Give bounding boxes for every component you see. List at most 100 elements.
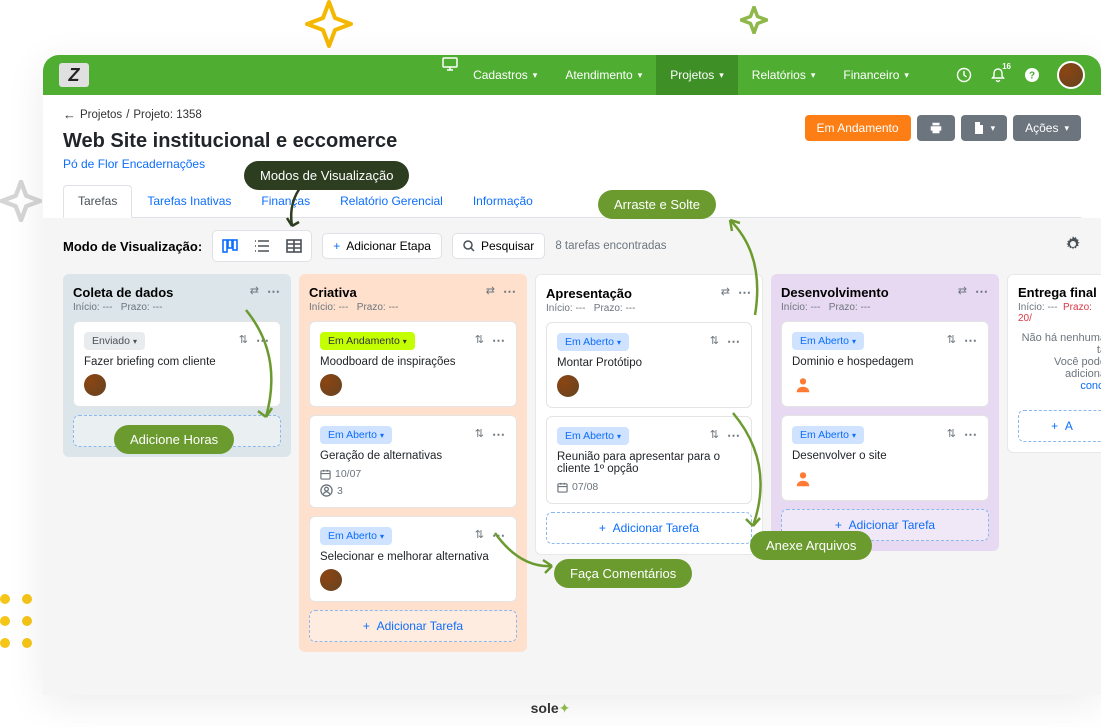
task-title: Moodboard de inspirações	[320, 356, 506, 368]
more-icon[interactable]: ⋯	[492, 333, 506, 349]
search-button[interactable]: Pesquisar	[452, 233, 545, 259]
status-button[interactable]: Em Andamento	[805, 115, 911, 141]
arrow-icon	[725, 215, 785, 325]
annotation-comments: Faça Comentários	[554, 559, 692, 588]
add-task-button[interactable]: + Adicionar Tarefa	[546, 512, 752, 544]
column-title: Apresentação	[546, 286, 632, 301]
more-icon[interactable]: ⋯	[503, 284, 517, 300]
acoes-button[interactable]: Ações	[1013, 115, 1081, 141]
tab-informacao[interactable]: Informação	[458, 185, 548, 217]
view-kanban-icon[interactable]	[216, 234, 244, 258]
sort-icon[interactable]: ⇅	[710, 428, 719, 444]
add-task-button[interactable]: + A	[1018, 410, 1101, 442]
view-table-icon[interactable]	[280, 234, 308, 258]
help-icon[interactable]: ?	[1023, 66, 1041, 84]
task-count: 8 tarefas encontradas	[555, 240, 666, 252]
sort-icon[interactable]: ⇅	[947, 427, 956, 443]
annotation-add-hours: Adicione Horas	[114, 425, 234, 454]
sort-icon[interactable]: ⇅	[475, 333, 484, 349]
arrow-icon	[725, 408, 785, 533]
board-area: Modo de Visualização: +Adicionar Etapa P…	[43, 218, 1101, 695]
task-title: Geração de alternativas	[320, 450, 506, 462]
more-icon[interactable]: ⋯	[964, 333, 978, 349]
column-entrega: Entrega final Início: --- Prazo: 20/ Não…	[1007, 274, 1101, 453]
status-badge[interactable]: Em Aberto	[320, 527, 392, 545]
project-title: Web Site institucional e eccomerce	[63, 130, 397, 153]
task-title: Dominio e hospedagem	[792, 356, 978, 368]
more-icon[interactable]: ⋯	[492, 427, 506, 443]
sort-icon[interactable]: ⇅	[475, 528, 484, 544]
nav-financeiro[interactable]: Financeiro	[829, 55, 923, 95]
footer-logo: sole✦	[531, 700, 571, 717]
gear-icon[interactable]	[1065, 236, 1081, 257]
sort-icon[interactable]: ⇅	[947, 333, 956, 349]
status-badge[interactable]: Em Aberto	[320, 426, 392, 444]
status-badge[interactable]: Em Andamento	[320, 332, 415, 350]
arrow-icon	[238, 305, 288, 425]
toolbar: Modo de Visualização: +Adicionar Etapa P…	[63, 230, 1081, 262]
assignee-avatar[interactable]	[792, 468, 814, 490]
drag-icon[interactable]: ⇄	[250, 284, 259, 300]
back-arrow[interactable]: ←	[63, 107, 76, 122]
more-icon[interactable]: ⋯	[267, 284, 281, 300]
sort-icon[interactable]: ⇅	[710, 334, 719, 350]
breadcrumb-parent[interactable]: Projetos	[80, 109, 122, 121]
breadcrumb: ← Projetos / Projeto: 1358	[63, 107, 397, 122]
svg-text:?: ?	[1029, 71, 1035, 82]
app-window: Z Cadastros Atendimento Projetos Relatór…	[43, 55, 1101, 695]
task-card[interactable]: Em Aberto⇅⋯ Reunião para apresentar para…	[546, 416, 752, 504]
add-stage-button[interactable]: +Adicionar Etapa	[322, 233, 442, 259]
drag-icon[interactable]: ⇄	[486, 284, 495, 300]
app-logo[interactable]: Z	[59, 63, 89, 87]
drag-icon[interactable]: ⇄	[958, 284, 967, 300]
status-badge[interactable]: Em Aberto	[557, 427, 629, 445]
bell-icon[interactable]: 16	[989, 66, 1007, 84]
task-card[interactable]: Em Aberto⇅⋯ Desenvolver o site	[781, 415, 989, 501]
view-mode-switcher	[212, 230, 312, 262]
task-card[interactable]: Em Aberto ⇅ ⋯ Dominio e hospedagem	[781, 321, 989, 407]
task-card[interactable]: Em Aberto⇅⋯ Selecionar e melhorar altern…	[309, 516, 517, 602]
status-badge[interactable]: Em Aberto	[792, 332, 864, 350]
column-title: Desenvolvimento	[781, 285, 889, 300]
kanban-board: Coleta de dados⇄⋯ Início: --- Prazo: ---…	[63, 274, 1081, 652]
task-date: 10/07	[320, 468, 506, 480]
status-badge[interactable]: Em Aberto	[557, 333, 629, 351]
tab-inativas[interactable]: Tarefas Inativas	[132, 185, 246, 217]
tab-tarefas[interactable]: Tarefas	[63, 185, 132, 218]
assignee-avatar[interactable]	[557, 375, 579, 397]
nav-atendimento[interactable]: Atendimento	[551, 55, 656, 95]
status-badge[interactable]: Em Aberto	[792, 426, 864, 444]
more-icon[interactable]: ⋯	[975, 284, 989, 300]
task-title: Reunião para apresentar para o cliente 1…	[557, 451, 741, 475]
document-button[interactable]	[961, 115, 1008, 141]
clock-icon[interactable]	[955, 66, 973, 84]
task-date: 07/08	[557, 481, 741, 493]
nav-projetos[interactable]: Projetos	[656, 55, 738, 95]
task-people: 3	[320, 484, 506, 497]
view-list-icon[interactable]	[248, 234, 276, 258]
assignee-avatar[interactable]	[84, 374, 106, 396]
more-icon[interactable]: ⋯	[964, 427, 978, 443]
column-title: Criativa	[309, 285, 357, 300]
task-card[interactable]: Em Aberto⇅⋯ Montar Protótipo	[546, 322, 752, 408]
column-title: Coleta de dados	[73, 285, 173, 300]
breadcrumb-current: Projeto: 1358	[133, 109, 201, 121]
nav-cadastros[interactable]: Cadastros	[459, 55, 551, 95]
nav-relatorios[interactable]: Relatórios	[738, 55, 830, 95]
status-badge[interactable]: Enviado	[84, 332, 145, 350]
user-avatar[interactable]	[1057, 61, 1085, 89]
print-button[interactable]	[917, 115, 955, 141]
task-card[interactable]: Em Andamento ⇅ ⋯ Moodboard de inspirações	[309, 321, 517, 407]
sort-icon[interactable]: ⇅	[475, 427, 484, 443]
column-desenvolvimento: Desenvolvimento⇄⋯ Início: --- Prazo: ---…	[771, 274, 999, 551]
sparkle-icon	[740, 6, 768, 34]
assignee-avatar[interactable]	[320, 569, 342, 591]
task-card[interactable]: Em Aberto ⇅ ⋯ Geração de alternativas 10/0…	[309, 415, 517, 508]
arrow-icon	[490, 528, 560, 578]
assignee-avatar[interactable]	[320, 374, 342, 396]
column-title: Entrega final	[1018, 285, 1097, 300]
more-icon[interactable]: ⋯	[727, 334, 741, 350]
display-icon[interactable]	[441, 55, 459, 73]
assignee-avatar[interactable]	[792, 374, 814, 396]
add-task-button[interactable]: + Adicionar Tarefa	[309, 610, 517, 642]
